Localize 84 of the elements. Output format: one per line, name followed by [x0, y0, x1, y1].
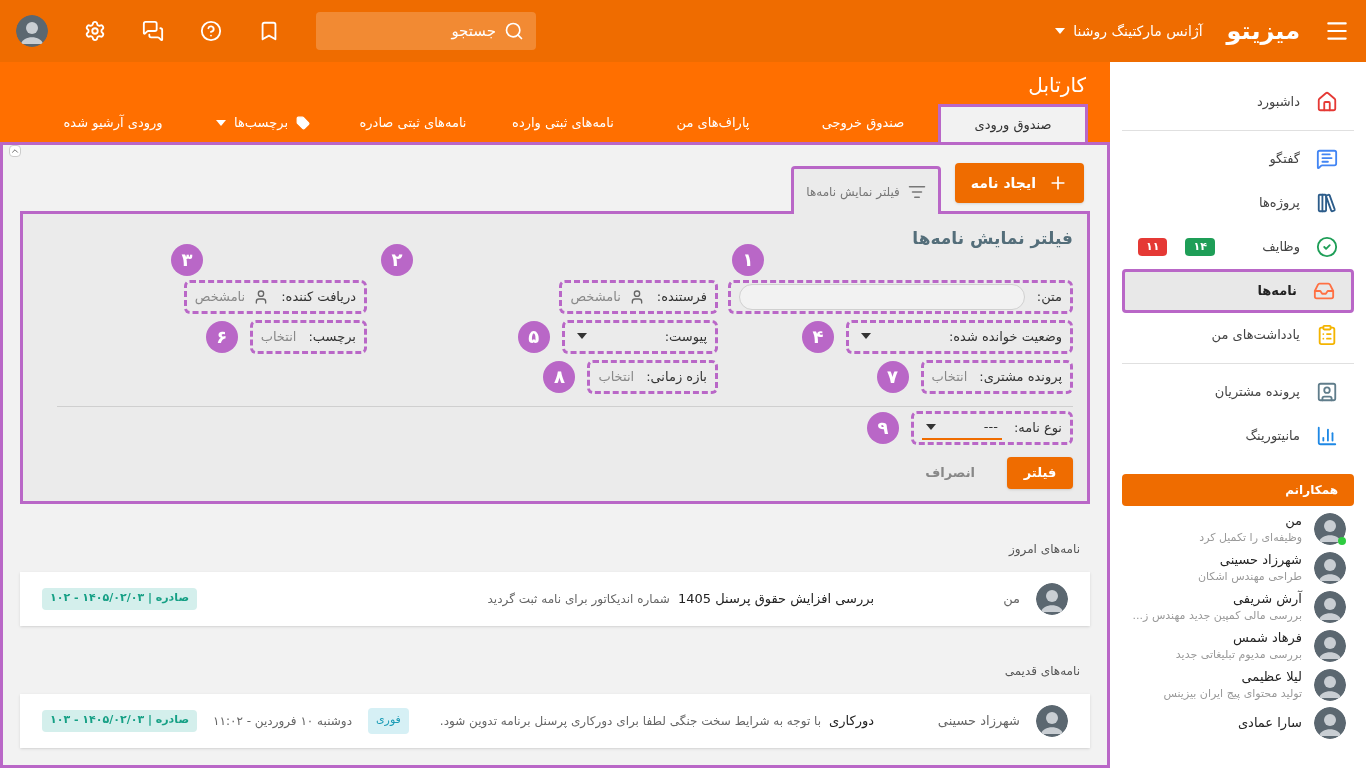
- page-title: کارتابل: [1027, 72, 1087, 99]
- filter-tab[interactable]: فیلتر نمایش نامه‌ها: [791, 166, 941, 214]
- letter-subject: دورکاری: [829, 711, 874, 731]
- home-icon: [1316, 91, 1338, 113]
- field-label: پرونده مشتری:: [979, 367, 1062, 387]
- avatar: [1036, 704, 1068, 737]
- dropdown[interactable]: ---: [921, 415, 1002, 440]
- text-field[interactable]: [739, 283, 1025, 310]
- sidebar-item[interactable]: یادداشت‌های من: [1122, 313, 1354, 357]
- step-marker: ۷: [876, 360, 909, 393]
- colleague-status: تولید محتوای پیج ایران بیزینس: [1163, 686, 1302, 701]
- tag-icon: [296, 116, 310, 130]
- avatar: [16, 15, 48, 47]
- colleague-name[interactable]: سارا عمادی: [1237, 714, 1302, 732]
- step-marker: ۴: [801, 320, 834, 353]
- sidebar-item[interactable]: نامه‌ها: [1122, 269, 1354, 313]
- colleague-name[interactable]: آرش شریفی: [1132, 590, 1302, 608]
- sidebar-item[interactable]: وظایف ۱۴ ۱۱: [1122, 225, 1354, 269]
- step-marker: ۱: [732, 243, 764, 276]
- filter-title: فیلتر نمایش نامه‌ها: [911, 227, 1073, 251]
- field-label: وضعیت خوانده شده:: [948, 327, 1062, 347]
- count-badge: ۱۱: [1138, 238, 1168, 256]
- colleague-name[interactable]: شهرزاد حسینی: [1197, 551, 1302, 569]
- sidebar-item[interactable]: گفتگو: [1122, 137, 1354, 181]
- colleague-status: بررسی مالی کمپین جدید مهندس ز...: [1132, 608, 1302, 623]
- check-circle-icon: [1316, 236, 1338, 258]
- step-marker: ۲: [381, 243, 413, 276]
- colleague-name[interactable]: فرهاد شمس: [1175, 629, 1302, 647]
- bar-chart-icon: [1316, 425, 1338, 447]
- avatar: [1036, 582, 1068, 615]
- chat-icon[interactable]: [142, 20, 164, 42]
- step-marker: ۸: [543, 360, 576, 393]
- clipboard-icon: [1316, 324, 1338, 346]
- letter-sender: شهرزاد حسینی: [936, 711, 1020, 731]
- step-marker: ۹: [866, 411, 899, 444]
- colleague-status: وظیفه‌ای را تکمیل کرد: [1199, 530, 1302, 545]
- sidebar-item[interactable]: مانیتورینگ: [1122, 414, 1354, 458]
- field-label: نوع نامه:: [1013, 418, 1062, 438]
- letter-sender: من: [1002, 589, 1020, 609]
- search-field[interactable]: جستجو: [316, 12, 536, 50]
- inbox-icon: [1313, 280, 1335, 302]
- chat-icon: [1316, 148, 1338, 170]
- letter-subject: بررسی افزایش حقوق پرسنل 1405: [677, 589, 874, 609]
- field-label: پیوست:: [664, 327, 707, 347]
- priority-tag: فوری: [368, 707, 409, 734]
- field-label: برچسب:: [308, 327, 356, 346]
- help-icon[interactable]: [200, 20, 222, 42]
- colleague-name[interactable]: من: [1199, 512, 1302, 530]
- caret-icon: [216, 120, 226, 126]
- sidebar-item[interactable]: پرونده مشتریان: [1122, 370, 1354, 414]
- field-label: فرستنده:: [656, 287, 707, 307]
- contact-card-icon: [1316, 381, 1338, 403]
- field-label: دریافت کننده:: [281, 287, 356, 306]
- step-marker: ۳: [171, 243, 203, 276]
- tab[interactable]: صندوق ورودی: [938, 104, 1088, 142]
- reference-badge: ۱۰۳ - ۱۴۰۵/۰۲/۰۳ | صادره: [42, 709, 198, 732]
- caret-icon: [576, 332, 587, 339]
- colleagues-header: همکارانم: [1122, 474, 1354, 506]
- caret-icon: [1055, 28, 1066, 34]
- books-icon: [1316, 192, 1338, 214]
- letter-preview: شماره اندیکاتور برای نامه ثبت گردید: [487, 590, 670, 608]
- colleague-name[interactable]: لیلا عظیمی: [1163, 668, 1302, 686]
- letter-row[interactable]: شهرزاد حسینی دورکاری با توجه به شرایط سخت جنگی لطفا برای دورکاری پرسنل برنامه تدوین شود. فوری دوشنبه ۱۰ فروردین - ۱۱:۰۲ ۱۰۳ - ۱۴۰۵/۰۲/۰۳ | صادره: [20, 693, 1090, 748]
- settings-icon[interactable]: [84, 20, 106, 42]
- caret-icon: [860, 332, 871, 339]
- field-label: متن:: [1036, 287, 1062, 307]
- section-title: نامه‌های قدیمی: [1003, 662, 1081, 680]
- reference-badge: ۱۰۲ - ۱۴۰۵/۰۲/۰۳ | صادره: [42, 587, 198, 610]
- app-logo: میزیتو: [1226, 16, 1300, 47]
- colleague-status: بررسی مدیوم تبلیغاتی جدید: [1175, 647, 1302, 662]
- field-label: بازه زمانی:: [646, 367, 707, 386]
- sidebar-item[interactable]: داشبورد: [1122, 80, 1354, 124]
- sidebar-item[interactable]: پروژه‌ها: [1122, 181, 1354, 225]
- letter-row[interactable]: من بررسی افزایش حقوق پرسنل 1405 شماره اندیکاتور برای نامه ثبت گردید ۱۰۲ - ۱۴۰۵/۰۲/۰۳ | صادره: [20, 571, 1090, 626]
- section-title: نامه‌های امروز: [1007, 540, 1081, 558]
- search-icon: [504, 21, 524, 41]
- colleague-status: طراحی مهندس اشکان: [1197, 569, 1302, 584]
- step-marker: ۵: [517, 320, 550, 353]
- step-marker: ۶: [205, 320, 238, 353]
- letter-date: دوشنبه ۱۰ فروردین - ۱۱:۰۲: [213, 712, 352, 730]
- letter-preview: با توجه به شرایط سخت جنگی لطفا برای دورکاری پرسنل برنامه تدوین شود.: [439, 712, 822, 730]
- collapse-icon[interactable]: [9, 145, 21, 157]
- caret-icon: [925, 423, 936, 430]
- count-badge: ۱۴: [1185, 238, 1215, 256]
